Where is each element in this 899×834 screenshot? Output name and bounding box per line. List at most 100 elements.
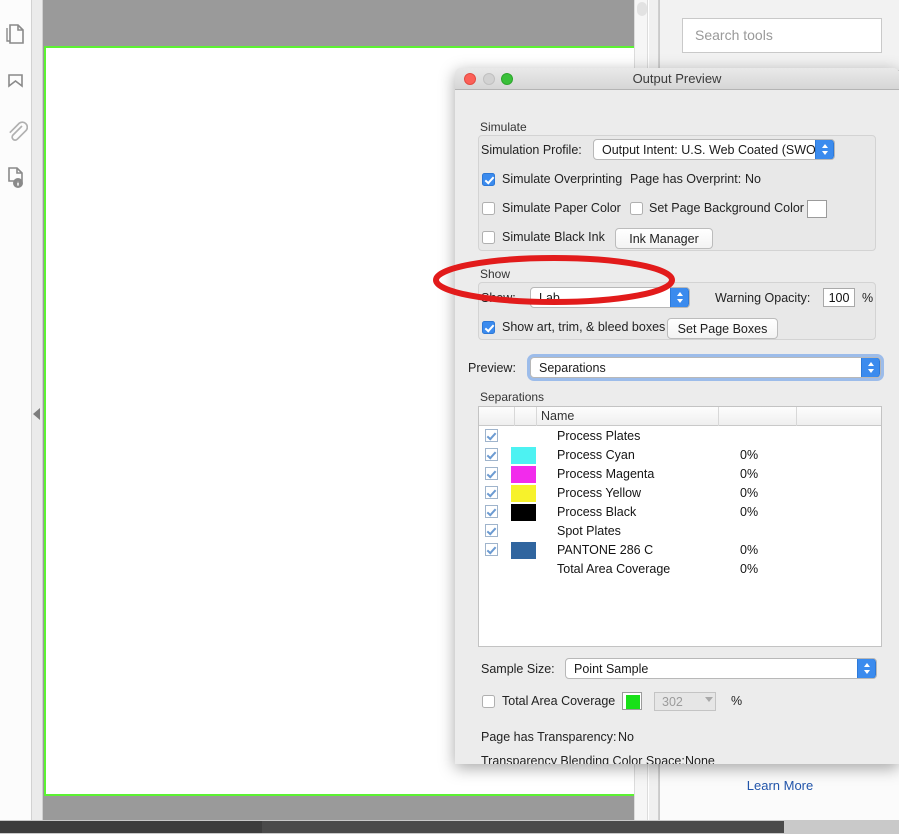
simulate-group-label: Simulate (480, 120, 527, 134)
page-has-overprint-label: Page has Overprint: (630, 172, 742, 186)
screen: Search tools Learn More Output Preview S… (0, 0, 899, 834)
separation-name: Process Plates (557, 429, 641, 443)
sample-size-label: Sample Size: (481, 662, 555, 676)
preview-dropdown[interactable]: Separations (527, 354, 884, 381)
chevron-updown-icon (670, 288, 689, 307)
separation-visibility-checkbox[interactable] (485, 429, 498, 442)
learn-more-link[interactable]: Learn More (660, 778, 899, 793)
output-preview-dialog[interactable]: Output Preview Simulate Simulation Profi… (455, 68, 899, 764)
sample-size-value: Point Sample (574, 662, 649, 676)
chevron-updown-icon (857, 659, 876, 678)
chevron-down-icon[interactable] (705, 697, 713, 702)
separation-visibility-checkbox[interactable] (485, 524, 498, 537)
page-background-color-swatch[interactable] (807, 200, 827, 218)
separation-name: Process Black (557, 505, 637, 519)
set-page-boxes-button[interactable]: Set Page Boxes (667, 318, 778, 339)
separation-name: PANTONE 286 C (557, 543, 654, 557)
sample-size-dropdown[interactable]: Point Sample (565, 658, 877, 679)
table-row[interactable]: Process Magenta 0% (479, 465, 881, 484)
bookmarks-icon[interactable] (4, 72, 28, 96)
total-area-coverage-swatch[interactable] (622, 692, 642, 710)
separation-name: Process Magenta (557, 467, 655, 481)
preview-value: Separations (539, 361, 606, 375)
separation-color-swatch (511, 504, 536, 521)
separation-percent: 0% (740, 505, 759, 519)
table-row[interactable]: Process Plates (479, 427, 881, 446)
show-boxes-label: Show art, trim, & bleed boxes (502, 320, 666, 334)
separation-percent: 0% (740, 448, 759, 462)
attachments-icon[interactable] (4, 120, 28, 144)
show-dropdown[interactable]: Lab (530, 287, 690, 308)
dialog-title: Output Preview (632, 71, 722, 86)
simulate-paper-color-label: Simulate Paper Color (502, 201, 621, 215)
separations-table[interactable]: Name Process Plates Process Cyan 0% Process… (478, 406, 882, 647)
scrollbar-thumb[interactable] (637, 2, 647, 16)
show-value: Lab (539, 291, 560, 305)
warning-opacity-input[interactable]: 100 (823, 288, 855, 307)
blending-color-space-label: Transparency Blending Color Space: (481, 754, 685, 764)
set-page-background-color-checkbox[interactable] (630, 202, 643, 215)
separation-name: Total Area Coverage (557, 562, 671, 576)
signatures-icon[interactable] (4, 166, 28, 190)
column-divider[interactable] (718, 407, 719, 426)
simulate-overprinting-checkbox[interactable] (482, 173, 495, 186)
separation-visibility-checkbox[interactable] (485, 486, 498, 499)
separation-percent: 0% (740, 543, 759, 557)
separation-percent: 0% (740, 467, 759, 481)
simulation-profile-dropdown[interactable]: Output Intent: U.S. Web Coated (SWOP)… (593, 139, 835, 160)
separation-color-swatch (511, 466, 536, 483)
simulate-overprinting-label: Simulate Overprinting (502, 172, 623, 186)
simulate-paper-color-checkbox[interactable] (482, 202, 495, 215)
ink-manager-button[interactable]: Ink Manager (615, 228, 713, 249)
separation-name: Process Yellow (557, 486, 642, 500)
simulate-black-ink-checkbox[interactable] (482, 231, 495, 244)
show-boxes-checkbox[interactable] (482, 321, 495, 334)
column-divider[interactable] (796, 407, 797, 426)
search-tools-input[interactable]: Search tools (682, 18, 882, 53)
collapse-panel-arrow-icon[interactable] (33, 408, 40, 420)
preview-label: Preview: (468, 361, 516, 375)
simulation-profile-label: Simulation Profile: (481, 143, 582, 157)
page-has-transparency-value: No (618, 730, 634, 744)
total-area-coverage-checkbox[interactable] (482, 695, 495, 708)
chevron-updown-icon (815, 140, 834, 159)
column-divider[interactable] (536, 407, 537, 426)
scrollbar-thumb-left[interactable] (0, 821, 262, 833)
page-thumbnails-icon[interactable] (4, 22, 28, 46)
separation-visibility-checkbox[interactable] (485, 543, 498, 556)
separation-visibility-checkbox[interactable] (485, 505, 498, 518)
separation-visibility-checkbox[interactable] (485, 448, 498, 461)
blending-color-space-value: None (685, 754, 715, 764)
separation-color-swatch (511, 447, 536, 464)
table-row[interactable]: PANTONE 286 C 0% (479, 541, 881, 560)
scrollbar-thumb-right[interactable] (262, 821, 784, 833)
swatch-fill (811, 203, 825, 217)
warning-opacity-unit: % (862, 291, 874, 305)
separation-color-swatch (511, 542, 536, 559)
separation-visibility-checkbox[interactable] (485, 467, 498, 480)
show-group-label: Show (480, 267, 511, 281)
separation-name: Process Cyan (557, 448, 635, 462)
column-divider[interactable] (514, 407, 515, 426)
page-has-transparency-label: Page has Transparency: (481, 730, 617, 744)
table-header-row: Name (479, 407, 881, 426)
table-row[interactable]: Process Cyan 0% (479, 446, 881, 465)
page-has-overprint-value: No (745, 172, 761, 186)
table-row[interactable]: Total Area Coverage 0% (479, 560, 881, 579)
window-horizontal-scrollbar[interactable] (0, 820, 899, 834)
total-area-coverage-unit: % (731, 694, 743, 708)
table-row[interactable]: Spot Plates (479, 522, 881, 541)
separation-percent: 0% (740, 486, 759, 500)
separation-percent: 0% (740, 562, 759, 576)
total-area-coverage-label: Total Area Coverage (502, 694, 616, 708)
warning-opacity-label: Warning Opacity: (715, 291, 811, 305)
chevron-updown-icon (861, 358, 880, 377)
column-header-name[interactable]: Name (541, 409, 574, 423)
dialog-titlebar[interactable]: Output Preview (455, 68, 899, 90)
set-page-background-color-label: Set Page Background Color (649, 201, 804, 215)
swatch-fill (626, 695, 640, 709)
table-row[interactable]: Process Black 0% (479, 503, 881, 522)
table-row[interactable]: Process Yellow 0% (479, 484, 881, 503)
simulation-profile-value: Output Intent: U.S. Web Coated (SWOP)… (602, 143, 835, 157)
simulate-black-ink-label: Simulate Black Ink (502, 230, 605, 244)
